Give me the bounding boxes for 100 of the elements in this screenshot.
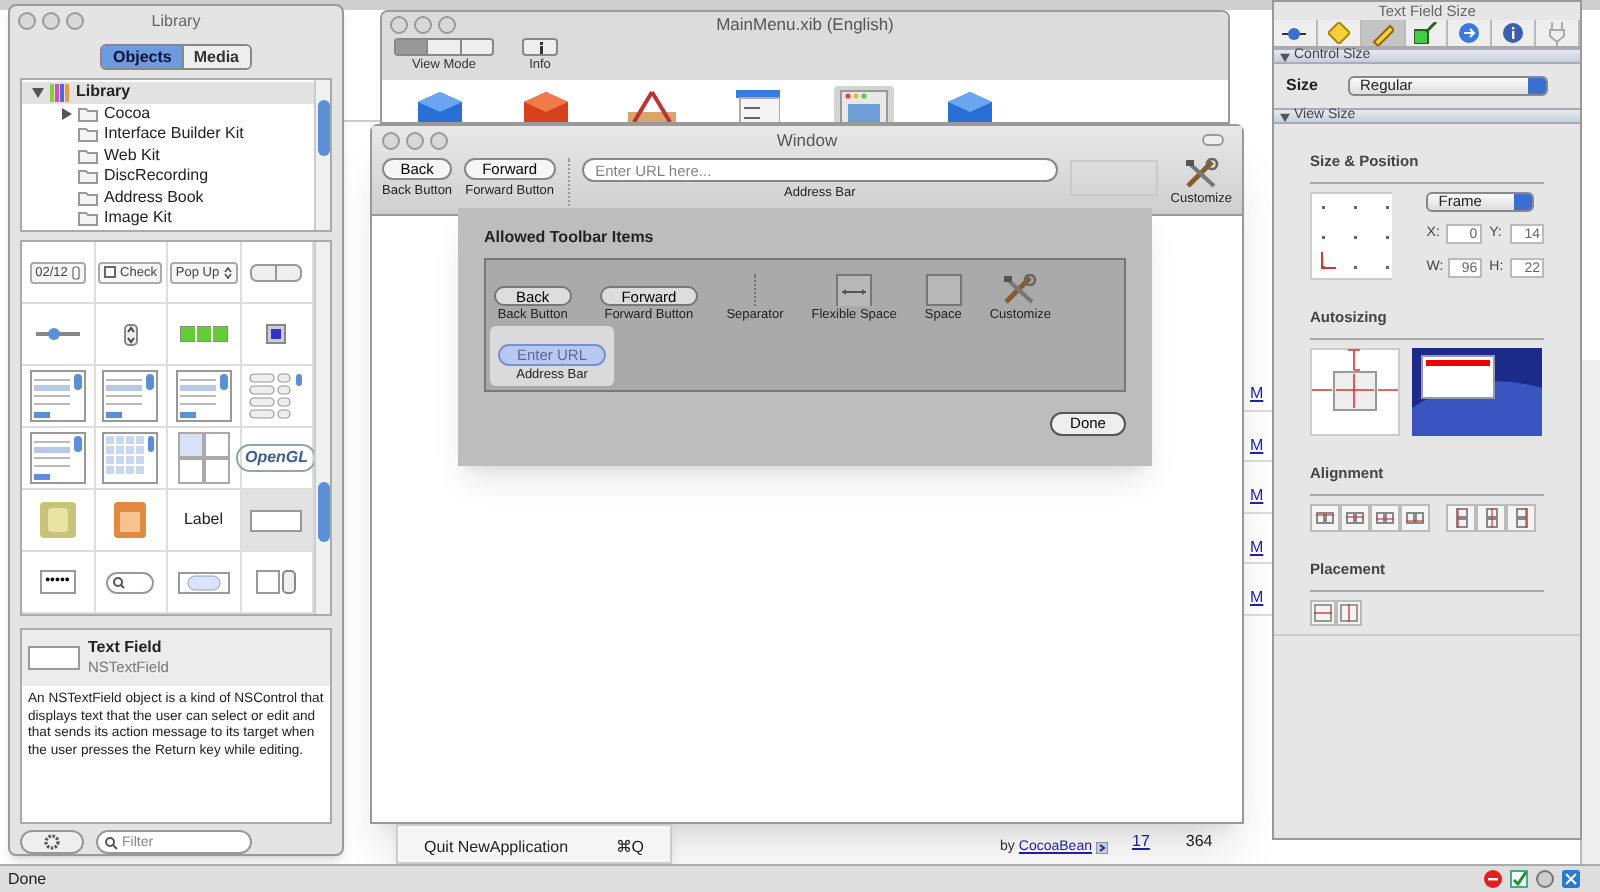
text-field-preview xyxy=(250,509,303,531)
token-field-icon xyxy=(177,571,230,593)
align-icon xyxy=(1406,512,1424,524)
align-button[interactable] xyxy=(1446,504,1476,532)
minimize-button[interactable] xyxy=(406,131,424,149)
arrow-icon xyxy=(1096,842,1108,854)
align-button[interactable] xyxy=(1506,504,1536,532)
library-object[interactable] xyxy=(241,304,314,366)
scrollbar[interactable] xyxy=(1580,360,1600,864)
arrow-box-icon xyxy=(1414,22,1438,44)
inspector-tab[interactable] xyxy=(1405,20,1449,46)
x-box-icon[interactable] xyxy=(1562,870,1580,888)
list-view-icon xyxy=(29,432,86,484)
inspector-tab[interactable] xyxy=(1492,20,1537,46)
replies-link[interactable]: 17 xyxy=(1132,830,1150,854)
disclosure-triangle-icon[interactable] xyxy=(59,107,71,120)
library-object[interactable] xyxy=(241,552,314,614)
tree-item[interactable]: Web Kit xyxy=(104,143,160,168)
placement-icon xyxy=(1340,604,1358,622)
toolbar-toggle-button[interactable] xyxy=(1202,134,1224,146)
scrollbar[interactable] xyxy=(314,80,330,230)
info-button[interactable] xyxy=(522,38,558,56)
outline-view-icon xyxy=(102,370,159,422)
stepper-icon xyxy=(123,323,138,345)
align-button[interactable] xyxy=(1340,504,1370,532)
gear-icon xyxy=(44,834,60,850)
tree-item[interactable]: Cocoa xyxy=(104,101,151,126)
tree-item[interactable]: DiscRecording xyxy=(104,164,209,189)
align-icon xyxy=(1515,508,1527,528)
separator-preview xyxy=(753,274,756,306)
slider-icon xyxy=(1282,24,1307,42)
placement-button[interactable] xyxy=(1310,600,1336,626)
align-button[interactable] xyxy=(1476,504,1506,532)
field-label: Size xyxy=(1286,74,1319,98)
info-icon xyxy=(1502,22,1525,44)
tools-icon xyxy=(1183,158,1220,190)
zoom-button[interactable] xyxy=(438,16,456,34)
library-object[interactable] xyxy=(22,304,95,366)
info-icon xyxy=(537,41,543,53)
split-view-icon xyxy=(177,432,230,484)
origin-grid-drawing xyxy=(1310,192,1393,280)
segment-tab[interactable]: Objects xyxy=(102,46,182,68)
books-icon xyxy=(50,83,70,102)
segment-tab[interactable]: Media xyxy=(181,46,249,68)
action-menu-button[interactable] xyxy=(20,830,84,854)
calendar-icon xyxy=(114,502,147,538)
checkmark-icon[interactable] xyxy=(1510,870,1528,888)
status-text: Done xyxy=(8,867,47,891)
slider-icon xyxy=(33,326,82,342)
forum-link[interactable]: M xyxy=(1250,382,1264,407)
disclosure-triangle-icon[interactable] xyxy=(31,86,43,99)
library-object[interactable] xyxy=(168,304,241,366)
formatter-icon xyxy=(39,502,76,538)
space-preview xyxy=(925,274,962,306)
autosizing-preview-drawing xyxy=(1412,348,1542,436)
forum-link[interactable]: M xyxy=(1250,535,1264,560)
close-button[interactable] xyxy=(390,16,408,34)
tree-item[interactable]: Image Kit xyxy=(104,206,172,231)
view-mode-control[interactable] xyxy=(394,38,494,56)
zoom-button[interactable] xyxy=(430,131,448,149)
forum-link[interactable]: M xyxy=(1250,586,1264,611)
views-count: 364 xyxy=(1185,830,1213,854)
align-icon xyxy=(1346,512,1364,524)
forum-link[interactable]: M xyxy=(1250,433,1264,458)
align-button[interactable] xyxy=(1370,504,1400,532)
button-matrix-icon xyxy=(248,372,305,420)
text-field-preview xyxy=(28,646,80,670)
align-button[interactable] xyxy=(1310,504,1340,532)
placement-button[interactable] xyxy=(1336,600,1362,626)
scrollbar[interactable] xyxy=(314,242,330,614)
align-icon xyxy=(1455,508,1467,528)
circle-icon[interactable] xyxy=(1536,870,1554,888)
label-preview: Label xyxy=(183,508,224,532)
browser-icon xyxy=(175,370,232,422)
menu-item[interactable]: Quit NewApplication xyxy=(424,835,569,859)
sheet-title: Allowed Toolbar Items xyxy=(484,226,656,250)
zoom-button[interactable] xyxy=(66,12,84,30)
tree-item[interactable]: Interface Builder Kit xyxy=(104,122,244,147)
window-title: MainMenu.xib (English) xyxy=(714,12,896,38)
tree-item[interactable]: Address Book xyxy=(104,185,204,210)
stop-sign-icon[interactable] xyxy=(1484,870,1502,888)
library-object[interactable]: Label xyxy=(168,490,241,552)
segmented-control-icon xyxy=(250,263,303,281)
library-object[interactable]: OpenGL xyxy=(241,428,314,490)
align-icon xyxy=(1485,508,1497,528)
autosizing-drawing xyxy=(1310,348,1400,436)
minimize-button[interactable] xyxy=(42,12,60,30)
close-button[interactable] xyxy=(382,131,400,149)
minimize-button[interactable] xyxy=(414,16,432,34)
stepper-icon xyxy=(71,265,80,279)
arrow-circle-icon xyxy=(1458,22,1481,44)
forum-link[interactable]: M xyxy=(1250,484,1264,509)
inspector-tab[interactable] xyxy=(1274,20,1318,46)
window-title: Window xyxy=(774,127,840,153)
tools-icon xyxy=(1002,274,1039,306)
close-button[interactable] xyxy=(18,12,36,30)
collection-grid-icon xyxy=(102,432,159,484)
align-button[interactable] xyxy=(1400,504,1430,532)
window-title: Library xyxy=(149,9,203,33)
library-object[interactable] xyxy=(95,304,168,366)
